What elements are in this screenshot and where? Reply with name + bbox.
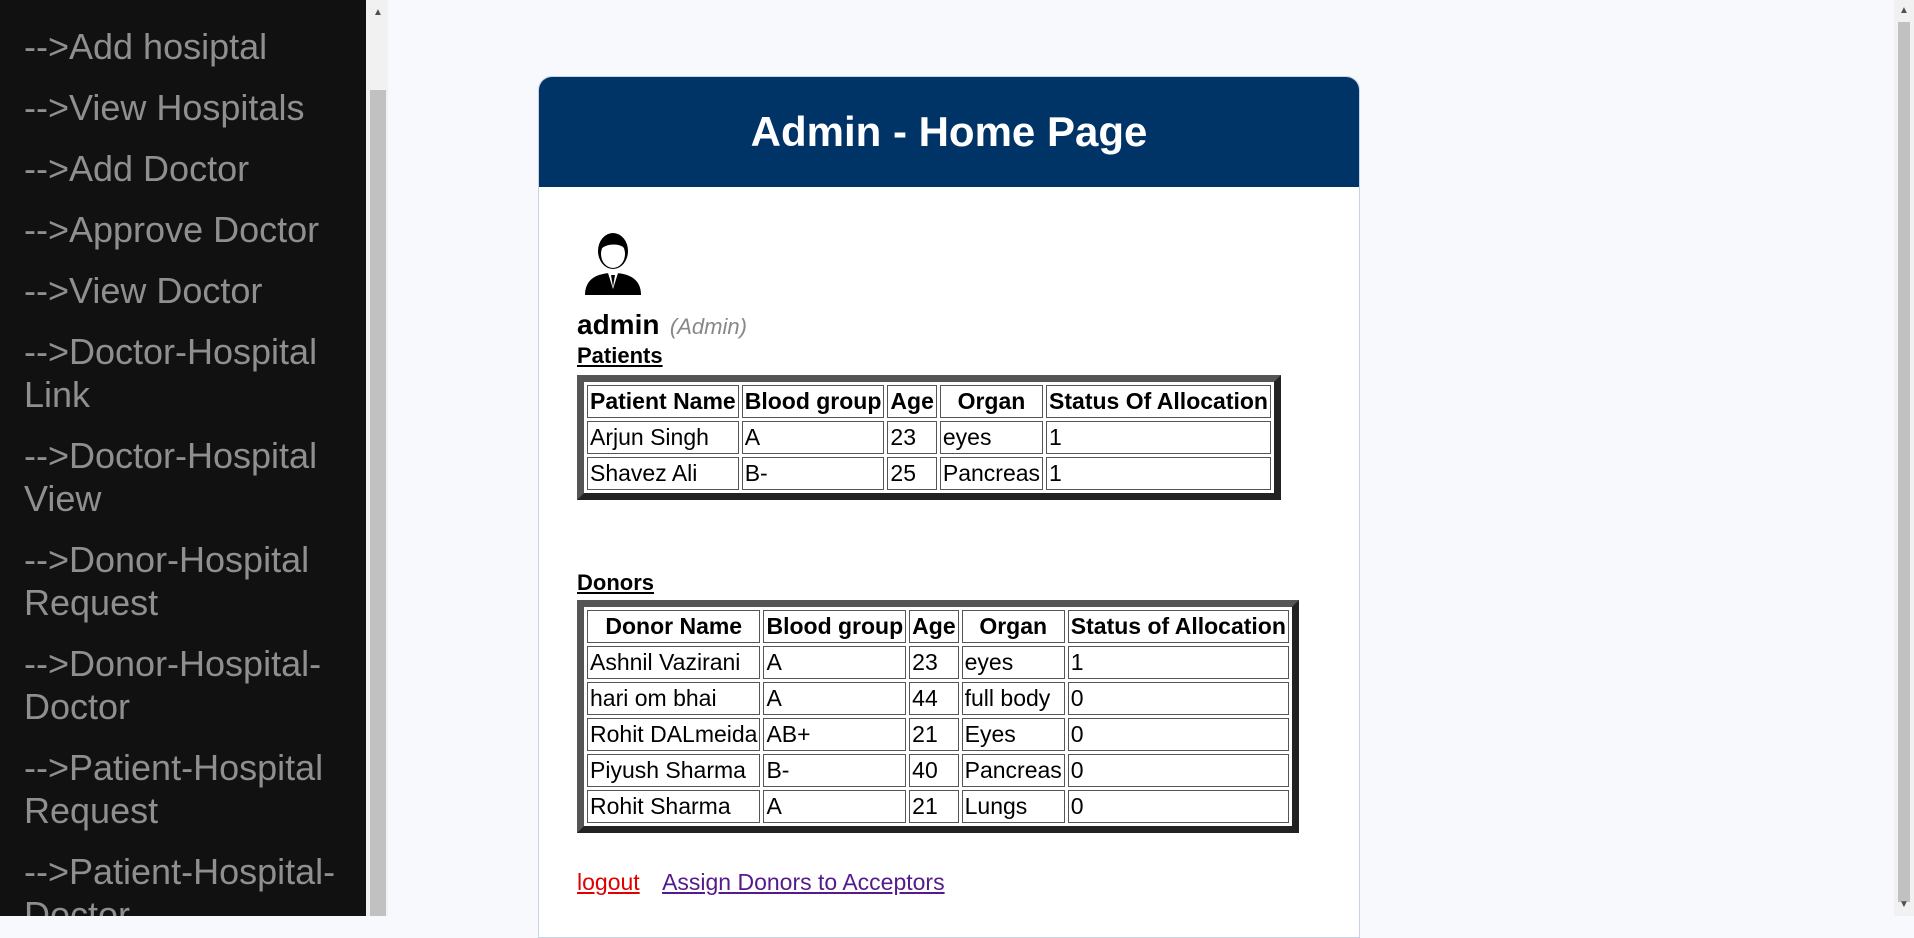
column-header: Age [909,610,959,643]
page-scrollbar-thumb[interactable] [1898,22,1910,902]
column-header: Status of Allocation [1067,610,1289,643]
column-header: Blood group [741,385,885,418]
table-cell: 21 [909,790,959,823]
table-row: Shavez Ali B- 25 Pancreas 1 [587,457,1271,490]
donors-table-header-row: Donor Name Blood group Age Organ Status … [587,610,1289,643]
table-row: Arjun Singh A 23 eyes 1 [587,421,1271,454]
table-cell: Pancreas [939,457,1044,490]
sidebar-item-doctor-hospital-view[interactable]: -->Doctor-Hospital View [0,434,366,520]
patients-table: Patient Name Blood group Age Organ Statu… [577,375,1281,500]
table-cell: hari om bhai [587,682,761,715]
sidebar-scrollbar-thumb[interactable] [370,90,386,916]
column-header: Status Of Allocation [1046,385,1271,418]
table-cell: 23 [909,646,959,679]
page-title: Admin - Home Page [750,108,1148,155]
column-header: Blood group [763,610,907,643]
user-info: admin (Admin) [577,309,1321,341]
table-cell: Piyush Sharma [587,754,761,787]
table-cell: Rohit DALmeida [587,718,761,751]
table-cell: 44 [909,682,959,715]
sidebar-scroll-up-arrow-icon[interactable]: ▲ [370,6,386,20]
table-row: Ashnil Vazirani A 23 eyes 1 [587,646,1289,679]
user-avatar-icon [577,223,649,295]
table-cell: 0 [1067,754,1289,787]
sidebar-item-approve-doctor[interactable]: -->Approve Doctor [0,208,366,251]
page-scroll-down-arrow-icon[interactable]: ▼ [1896,898,1912,912]
column-header: Patient Name [587,385,739,418]
donors-table: Donor Name Blood group Age Organ Status … [577,600,1299,833]
table-cell: 25 [887,457,937,490]
table-cell: A [763,646,907,679]
table-cell: Ashnil Vazirani [587,646,761,679]
table-cell: A [741,421,885,454]
sidebar-item-add-hospital[interactable]: -->Add hosiptal [0,25,366,68]
table-cell: Arjun Singh [587,421,739,454]
sidebar-item-doctor-hospital-link[interactable]: -->Doctor-Hospital Link [0,330,366,416]
table-row: hari om bhai A 44 full body 0 [587,682,1289,715]
table-cell: 0 [1067,718,1289,751]
table-cell: eyes [961,646,1065,679]
sidebar-item-patient-hospital-request[interactable]: -->Patient-Hospital Request [0,746,366,832]
table-cell: 1 [1046,457,1271,490]
assign-donors-link[interactable]: Assign Donors to Acceptors [662,869,945,895]
table-row: Rohit Sharma A 21 Lungs 0 [587,790,1289,823]
page-scroll-up-arrow-icon[interactable]: ▲ [1896,4,1912,18]
table-cell: eyes [939,421,1044,454]
patients-section-title: Patients [577,343,663,368]
action-links: logout Assign Donors to Acceptors [577,869,1321,896]
sidebar-item-patient-hospital-doctor[interactable]: -->Patient-Hospital-Doctor [0,850,366,916]
table-cell: B- [741,457,885,490]
table-cell: full body [961,682,1065,715]
table-cell: 40 [909,754,959,787]
table-cell: A [763,790,907,823]
column-header: Donor Name [587,610,761,643]
sidebar-item-donor-hospital-doctor[interactable]: -->Donor-Hospital-Doctor [0,642,366,728]
donors-section-title: Donors [577,570,654,595]
card-body: admin (Admin) Patients Patient Name Bloo… [539,187,1359,932]
table-cell: 0 [1067,682,1289,715]
table-cell: Lungs [961,790,1065,823]
logout-link[interactable]: logout [577,869,640,895]
table-cell: AB+ [763,718,907,751]
table-cell: 1 [1067,646,1289,679]
sidebar-item-add-doctor[interactable]: -->Add Doctor [0,147,366,190]
table-row: Rohit DALmeida AB+ 21 Eyes 0 [587,718,1289,751]
table-cell: 0 [1067,790,1289,823]
card-header: Admin - Home Page [539,77,1359,187]
sidebar-item-view-hospitals[interactable]: -->View Hospitals [0,86,366,129]
admin-card: Admin - Home Page admin (Admin) Patients… [538,76,1360,938]
user-role: (Admin) [669,314,747,339]
table-cell: 23 [887,421,937,454]
column-header: Age [887,385,937,418]
table-cell: A [763,682,907,715]
table-cell: 21 [909,718,959,751]
sidebar-item-view-doctor[interactable]: -->View Doctor [0,269,366,312]
table-cell: Shavez Ali [587,457,739,490]
table-cell: Pancreas [961,754,1065,787]
table-cell: Rohit Sharma [587,790,761,823]
column-header: Organ [961,610,1065,643]
user-name: admin [577,309,660,340]
sidebar: -->Add hosiptal -->View Hospitals -->Add… [0,0,366,916]
sidebar-item-donor-hospital-request[interactable]: -->Donor-Hospital Request [0,538,366,624]
patients-table-header-row: Patient Name Blood group Age Organ Statu… [587,385,1271,418]
table-cell: Eyes [961,718,1065,751]
table-cell: 1 [1046,421,1271,454]
table-cell: B- [763,754,907,787]
table-row: Piyush Sharma B- 40 Pancreas 0 [587,754,1289,787]
sidebar-nav: -->Add hosiptal -->View Hospitals -->Add… [0,0,366,916]
column-header: Organ [939,385,1044,418]
